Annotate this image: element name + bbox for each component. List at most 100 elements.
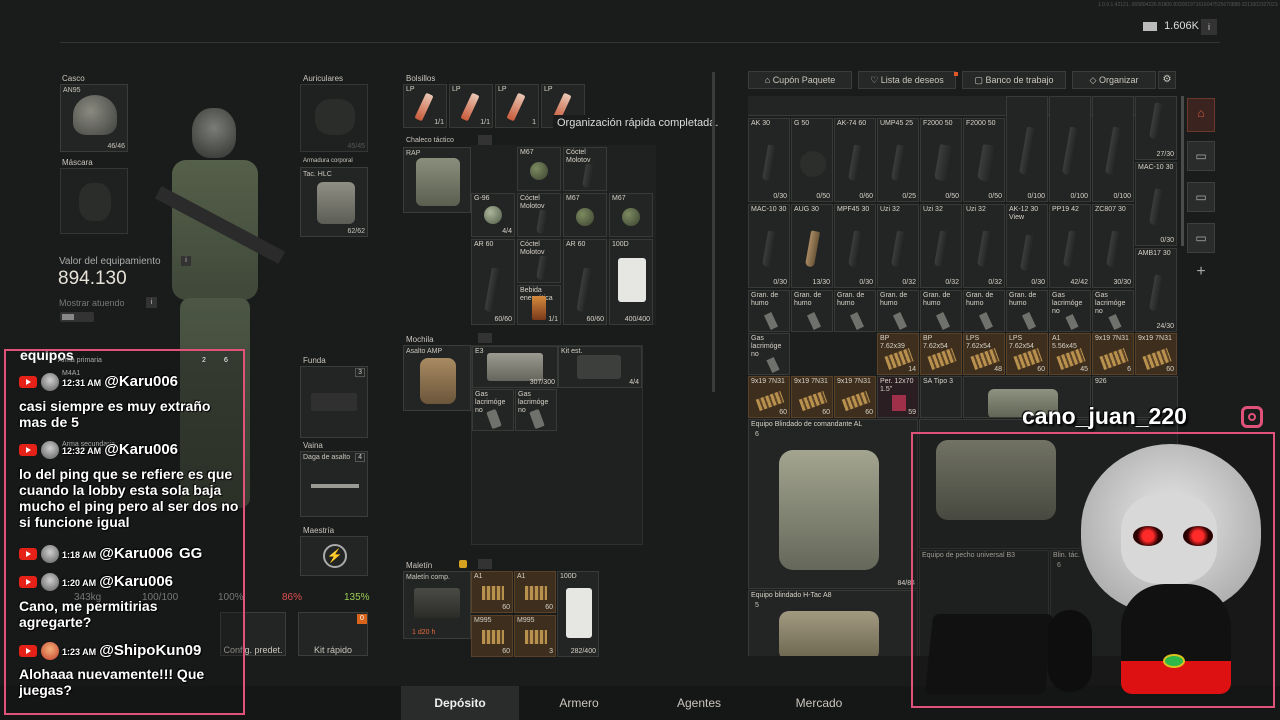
middle-scrollbar[interactable]: [712, 72, 715, 392]
backpack-cell[interactable]: Gas lacrimóge no: [472, 389, 514, 431]
holster-slot[interactable]: 3: [300, 366, 368, 438]
armor-slot[interactable]: Tac. HLC 62/62: [300, 167, 368, 237]
tab-agentes[interactable]: Agentes: [640, 686, 758, 720]
stash-mag[interactable]: Uzi 32 0/32: [920, 204, 962, 288]
vest-cell[interactable]: Cóctel Molotov: [563, 147, 607, 191]
stash-ammo[interactable]: 9x19 7N31 60: [791, 376, 833, 418]
stash-mag[interactable]: ZC807 30 30/30: [1092, 204, 1134, 288]
case-cell[interactable]: A1 60: [471, 571, 513, 613]
vest-cell[interactable]: Cóctel Molotov: [517, 239, 561, 283]
backpack-cell[interactable]: Gas lacrimóge no: [515, 389, 557, 431]
stash-grenade[interactable]: Gran. de humo: [1006, 290, 1048, 332]
tab-armero[interactable]: Armero: [520, 686, 638, 720]
stash-mag[interactable]: F2000 50 0/50: [920, 118, 962, 202]
case-info-icon[interactable]: [478, 559, 492, 569]
backpack-slot[interactable]: Asalto AMP: [403, 345, 471, 411]
case-slot[interactable]: Maletín comp. 1 d20 h: [403, 571, 471, 639]
pocket-slot[interactable]: LP 1/1: [449, 84, 493, 128]
mastery-slot[interactable]: ⚡: [300, 536, 368, 576]
stash-container-button[interactable]: ▭: [1187, 223, 1215, 253]
stash-mag[interactable]: MAC-10 30 0/30: [1135, 162, 1177, 246]
add-stash-button[interactable]: +: [1187, 258, 1215, 288]
stash-mag[interactable]: G 50 0/50: [791, 118, 833, 202]
stash-plate[interactable]: SA Tipo 3: [920, 376, 962, 418]
stash-ammo[interactable]: 9x19 7N31 60: [748, 376, 790, 418]
stash-mag[interactable]: 0/100: [1049, 96, 1091, 202]
vest-cell[interactable]: M67: [609, 193, 653, 237]
stash-mag[interactable]: AK 30 0/30: [748, 118, 790, 202]
vest-cell[interactable]: Bebida energética1/1: [517, 285, 561, 325]
backpack-cell[interactable]: Kit est. 4/4: [558, 346, 642, 388]
stash-grenade[interactable]: Gas lacrimóge no: [748, 333, 790, 375]
stash-mag[interactable]: Uzi 32 0/32: [963, 204, 1005, 288]
stash-grenade[interactable]: Gran. de humo: [791, 290, 833, 332]
stash-scrollbar[interactable]: [1181, 96, 1184, 246]
tab-deposito[interactable]: Depósito: [401, 686, 519, 720]
pocket-slot[interactable]: LP 1: [495, 84, 539, 128]
vest-cell[interactable]: 100D 400/400: [609, 239, 653, 325]
stash-ammo[interactable]: BP 7.62x54: [920, 333, 962, 375]
tab-mercado[interactable]: Mercado: [760, 686, 878, 720]
stash-grenade[interactable]: Gran. de humo: [748, 290, 790, 332]
stash-ammo[interactable]: 9x19 7N31 60: [1135, 333, 1177, 375]
stash-mag[interactable]: MPF45 30 0/30: [834, 204, 876, 288]
stash-mag[interactable]: MAC-10 30 0/30: [748, 204, 790, 288]
gear-icon[interactable]: ⚙: [1158, 71, 1176, 89]
stash-ammo[interactable]: BP 7.62x39 14: [877, 333, 919, 375]
stash-container-button[interactable]: ▭: [1187, 182, 1215, 212]
stash-mag[interactable]: AUG 30 13/30: [791, 204, 833, 288]
organize-tab[interactable]: ◇ Organizar: [1072, 71, 1156, 89]
stash-home-button[interactable]: ⌂: [1187, 98, 1215, 132]
stash-grenade[interactable]: Gas lacrimóge no: [1049, 290, 1091, 332]
stash-mag[interactable]: AK-12 30 View 0/30: [1006, 204, 1048, 288]
stash-mag[interactable]: AMB17 30 24/30: [1135, 248, 1177, 332]
coupon-tab[interactable]: ⌂ Cupón Paquete: [748, 71, 852, 89]
vest-cell[interactable]: AR 60 60/60: [471, 239, 515, 325]
headset-slot[interactable]: 45/45: [300, 84, 368, 152]
case-cell[interactable]: 100D 282/400: [557, 571, 599, 657]
show-outfit-info-icon[interactable]: i: [146, 297, 157, 308]
case-cell[interactable]: M995 60: [471, 615, 513, 657]
mask-slot[interactable]: [60, 168, 128, 234]
backpack-cell[interactable]: E3 307/300: [472, 346, 558, 388]
vest-cell[interactable]: M67: [517, 147, 561, 191]
vest-cell[interactable]: Cóctel Molotov: [517, 193, 561, 237]
helmet-slot[interactable]: AN95 46/46: [60, 84, 128, 152]
stash-grenade[interactable]: Gas lacrimóge no: [1092, 290, 1134, 332]
pocket-slot[interactable]: LP 1/1: [403, 84, 447, 128]
money-info-icon[interactable]: i: [1201, 19, 1217, 35]
stash-mag[interactable]: 0/100: [1006, 96, 1048, 202]
stash-grenade[interactable]: Gran. de humo: [834, 290, 876, 332]
stash-mag[interactable]: UMP45 25 0/25: [877, 118, 919, 202]
stash-container-button[interactable]: ▭: [1187, 141, 1215, 171]
sheath-slot[interactable]: Daga de asalto 4: [300, 451, 368, 517]
stash-mag[interactable]: 27/30: [1135, 96, 1177, 160]
case-cell[interactable]: M995 3: [514, 615, 556, 657]
backpack-info-icon[interactable]: [478, 333, 492, 343]
stash-grenade[interactable]: Gran. de humo: [963, 290, 1005, 332]
stash-ammo[interactable]: Per. 12x70 1.5” 59: [877, 376, 919, 418]
stash-ammo[interactable]: A1 5.56x45 45: [1049, 333, 1091, 375]
vest-cell[interactable]: AR 60 60/60: [563, 239, 607, 325]
stash-mag[interactable]: 0/100: [1092, 96, 1134, 202]
stash-armor[interactable]: Equipo Blindado de comandante AL 6 84/84: [748, 419, 918, 589]
vest-slot[interactable]: RAP: [403, 147, 471, 213]
stash-ammo[interactable]: 9x19 7N31 6: [1092, 333, 1134, 375]
wishlist-tab[interactable]: ♡ Lista de deseos: [858, 71, 956, 89]
stash-mag[interactable]: Uzi 32 0/32: [877, 204, 919, 288]
equipment-value-info-icon[interactable]: i: [181, 256, 191, 266]
stash-ammo[interactable]: LPS 7.62x54 60: [1006, 333, 1048, 375]
stash-grenade[interactable]: Gran. de humo: [920, 290, 962, 332]
stash-grenade[interactable]: Gran. de humo: [877, 290, 919, 332]
stash-ammo[interactable]: LPS 7.62x54 48: [963, 333, 1005, 375]
vest-cell[interactable]: M67: [563, 193, 607, 237]
stash-ammo[interactable]: 9x19 7N31 60: [834, 376, 876, 418]
vest-cell[interactable]: G-96 4/4: [471, 193, 515, 237]
stash-mag[interactable]: AK-74 60 0/60: [834, 118, 876, 202]
case-cell[interactable]: A1 60: [514, 571, 556, 613]
show-outfit-toggle[interactable]: [60, 312, 94, 322]
stash-mag[interactable]: PP19 42 42/42: [1049, 204, 1091, 288]
workbench-tab[interactable]: ▢ Banco de trabajo: [962, 71, 1066, 89]
stash-armor[interactable]: Equipo blindado H-Tac A8 5: [748, 590, 918, 656]
vest-info-icon[interactable]: [478, 135, 492, 145]
